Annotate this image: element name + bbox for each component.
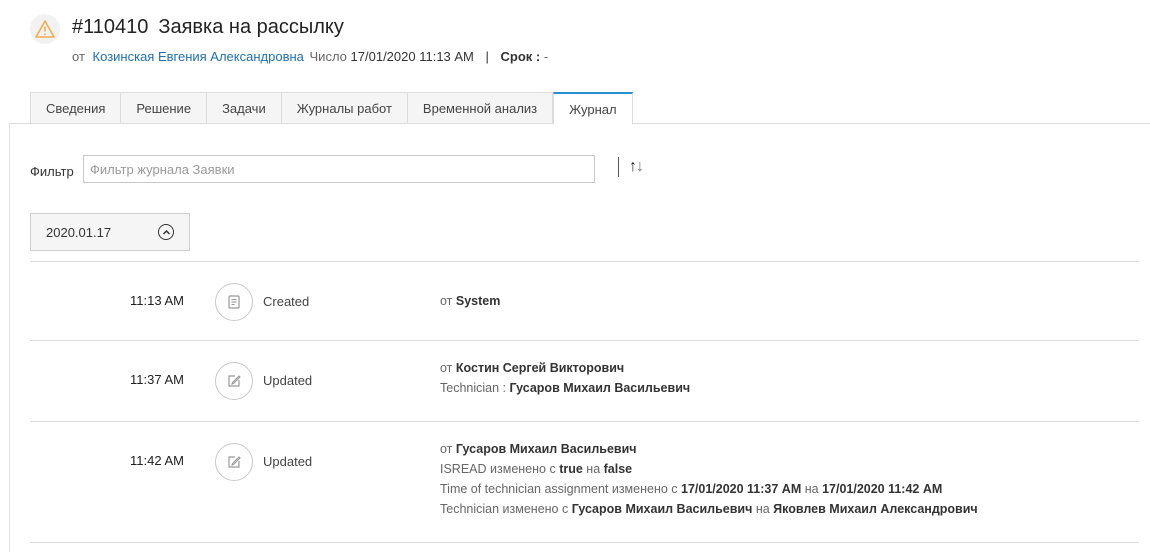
entry-change-line: Technician : Гусаров Михаил Васильевич: [440, 378, 690, 398]
due-label: Срок :: [500, 49, 541, 64]
entry-details: от System: [440, 291, 500, 311]
change-new-value: Яковлев Михаил Александрович: [773, 502, 978, 516]
sort-order-button[interactable]: ↑ ↓: [618, 157, 644, 177]
entry-details: от Костин Сергей Викторович Technician :…: [440, 358, 690, 398]
entry-change-line: ISREAD изменено с true на false: [440, 459, 978, 479]
from-label: от: [72, 49, 85, 64]
row-divider: [30, 261, 1139, 262]
entry-time: 11:37 AM: [130, 372, 184, 387]
due-value: -: [543, 49, 549, 64]
tab-resolution[interactable]: Решение: [120, 92, 207, 124]
page-title: #110410 Заявка на рассылку: [72, 16, 344, 39]
row-divider: [30, 421, 1139, 422]
entry-change-line: Time of technician assignment изменено с…: [440, 479, 978, 499]
entry-from-prefix: от: [440, 442, 453, 456]
change-old-value: 17/01/2020 11:37 AM: [681, 482, 802, 496]
date-group-label: 2020.01.17: [46, 224, 112, 240]
filter-input[interactable]: [83, 155, 595, 183]
entry-time: 11:13 AM: [130, 293, 184, 308]
tab-worklogs[interactable]: Журналы работ: [280, 92, 407, 124]
change-old-value: true: [559, 462, 583, 476]
change-connector: на: [582, 462, 604, 476]
ticket-number: #110410: [72, 16, 149, 38]
sort-down-arrow-icon: ↓: [636, 158, 644, 175]
change-prefix: ISREAD изменено с: [440, 462, 560, 476]
ticket-meta: от Козинская Евгения Александровна Число…: [72, 49, 548, 64]
date-label: Число: [309, 49, 347, 64]
row-divider: [30, 340, 1139, 341]
tab-details[interactable]: Сведения: [30, 92, 121, 124]
requester-link[interactable]: Козинская Евгения Александровна: [93, 49, 304, 64]
filter-label: Фильтр: [30, 164, 74, 179]
change-prefix: Technician :: [440, 381, 510, 395]
row-divider: [30, 542, 1139, 543]
entry-details: от Гусаров Михаил Васильевич ISREAD изме…: [440, 439, 978, 519]
document-icon: [215, 283, 253, 321]
change-old-value: Гусаров Михаил Васильевич: [571, 502, 753, 516]
date-group-toggle[interactable]: 2020.01.17: [30, 213, 190, 251]
entry-author: Гусаров Михаил Васильевич: [455, 442, 637, 456]
change-connector: на: [752, 502, 774, 516]
tab-history[interactable]: Журнал: [553, 92, 633, 125]
chevron-up-icon: [158, 224, 174, 240]
entry-from-prefix: от: [440, 361, 453, 375]
content-left-border: [9, 124, 10, 552]
change-connector: на: [801, 482, 823, 496]
entry-time: 11:42 AM: [130, 453, 184, 468]
entry-action: Created: [263, 294, 310, 309]
entry-author: System: [455, 294, 501, 308]
entry-action: Updated: [263, 454, 313, 469]
change-prefix: Technician изменено с: [440, 502, 572, 516]
change-new-value: false: [603, 462, 633, 476]
entry-action: Updated: [263, 373, 313, 388]
change-new-value: 17/01/2020 11:42 AM: [822, 482, 943, 496]
date-value: 17/01/2020 11:13 AM: [350, 49, 474, 64]
tab-time-analysis[interactable]: Временной анализ: [406, 92, 554, 124]
entry-author: Костин Сергей Викторович: [455, 361, 625, 375]
ticket-title: Заявка на рассылку: [158, 16, 344, 38]
edit-icon: [215, 362, 253, 400]
meta-separator: |: [485, 49, 489, 64]
entry-from-prefix: от: [440, 294, 453, 308]
warning-icon: [30, 14, 60, 44]
change-value: Гусаров Михаил Васильевич: [509, 381, 691, 395]
change-prefix: Time of technician assignment изменено с: [440, 482, 682, 496]
edit-icon: [215, 443, 253, 481]
tab-bar: Сведения Решение Задачи Журналы работ Вр…: [30, 92, 633, 125]
entry-change-line: Technician изменено с Гусаров Михаил Вас…: [440, 499, 978, 519]
tab-tasks[interactable]: Задачи: [206, 92, 281, 124]
